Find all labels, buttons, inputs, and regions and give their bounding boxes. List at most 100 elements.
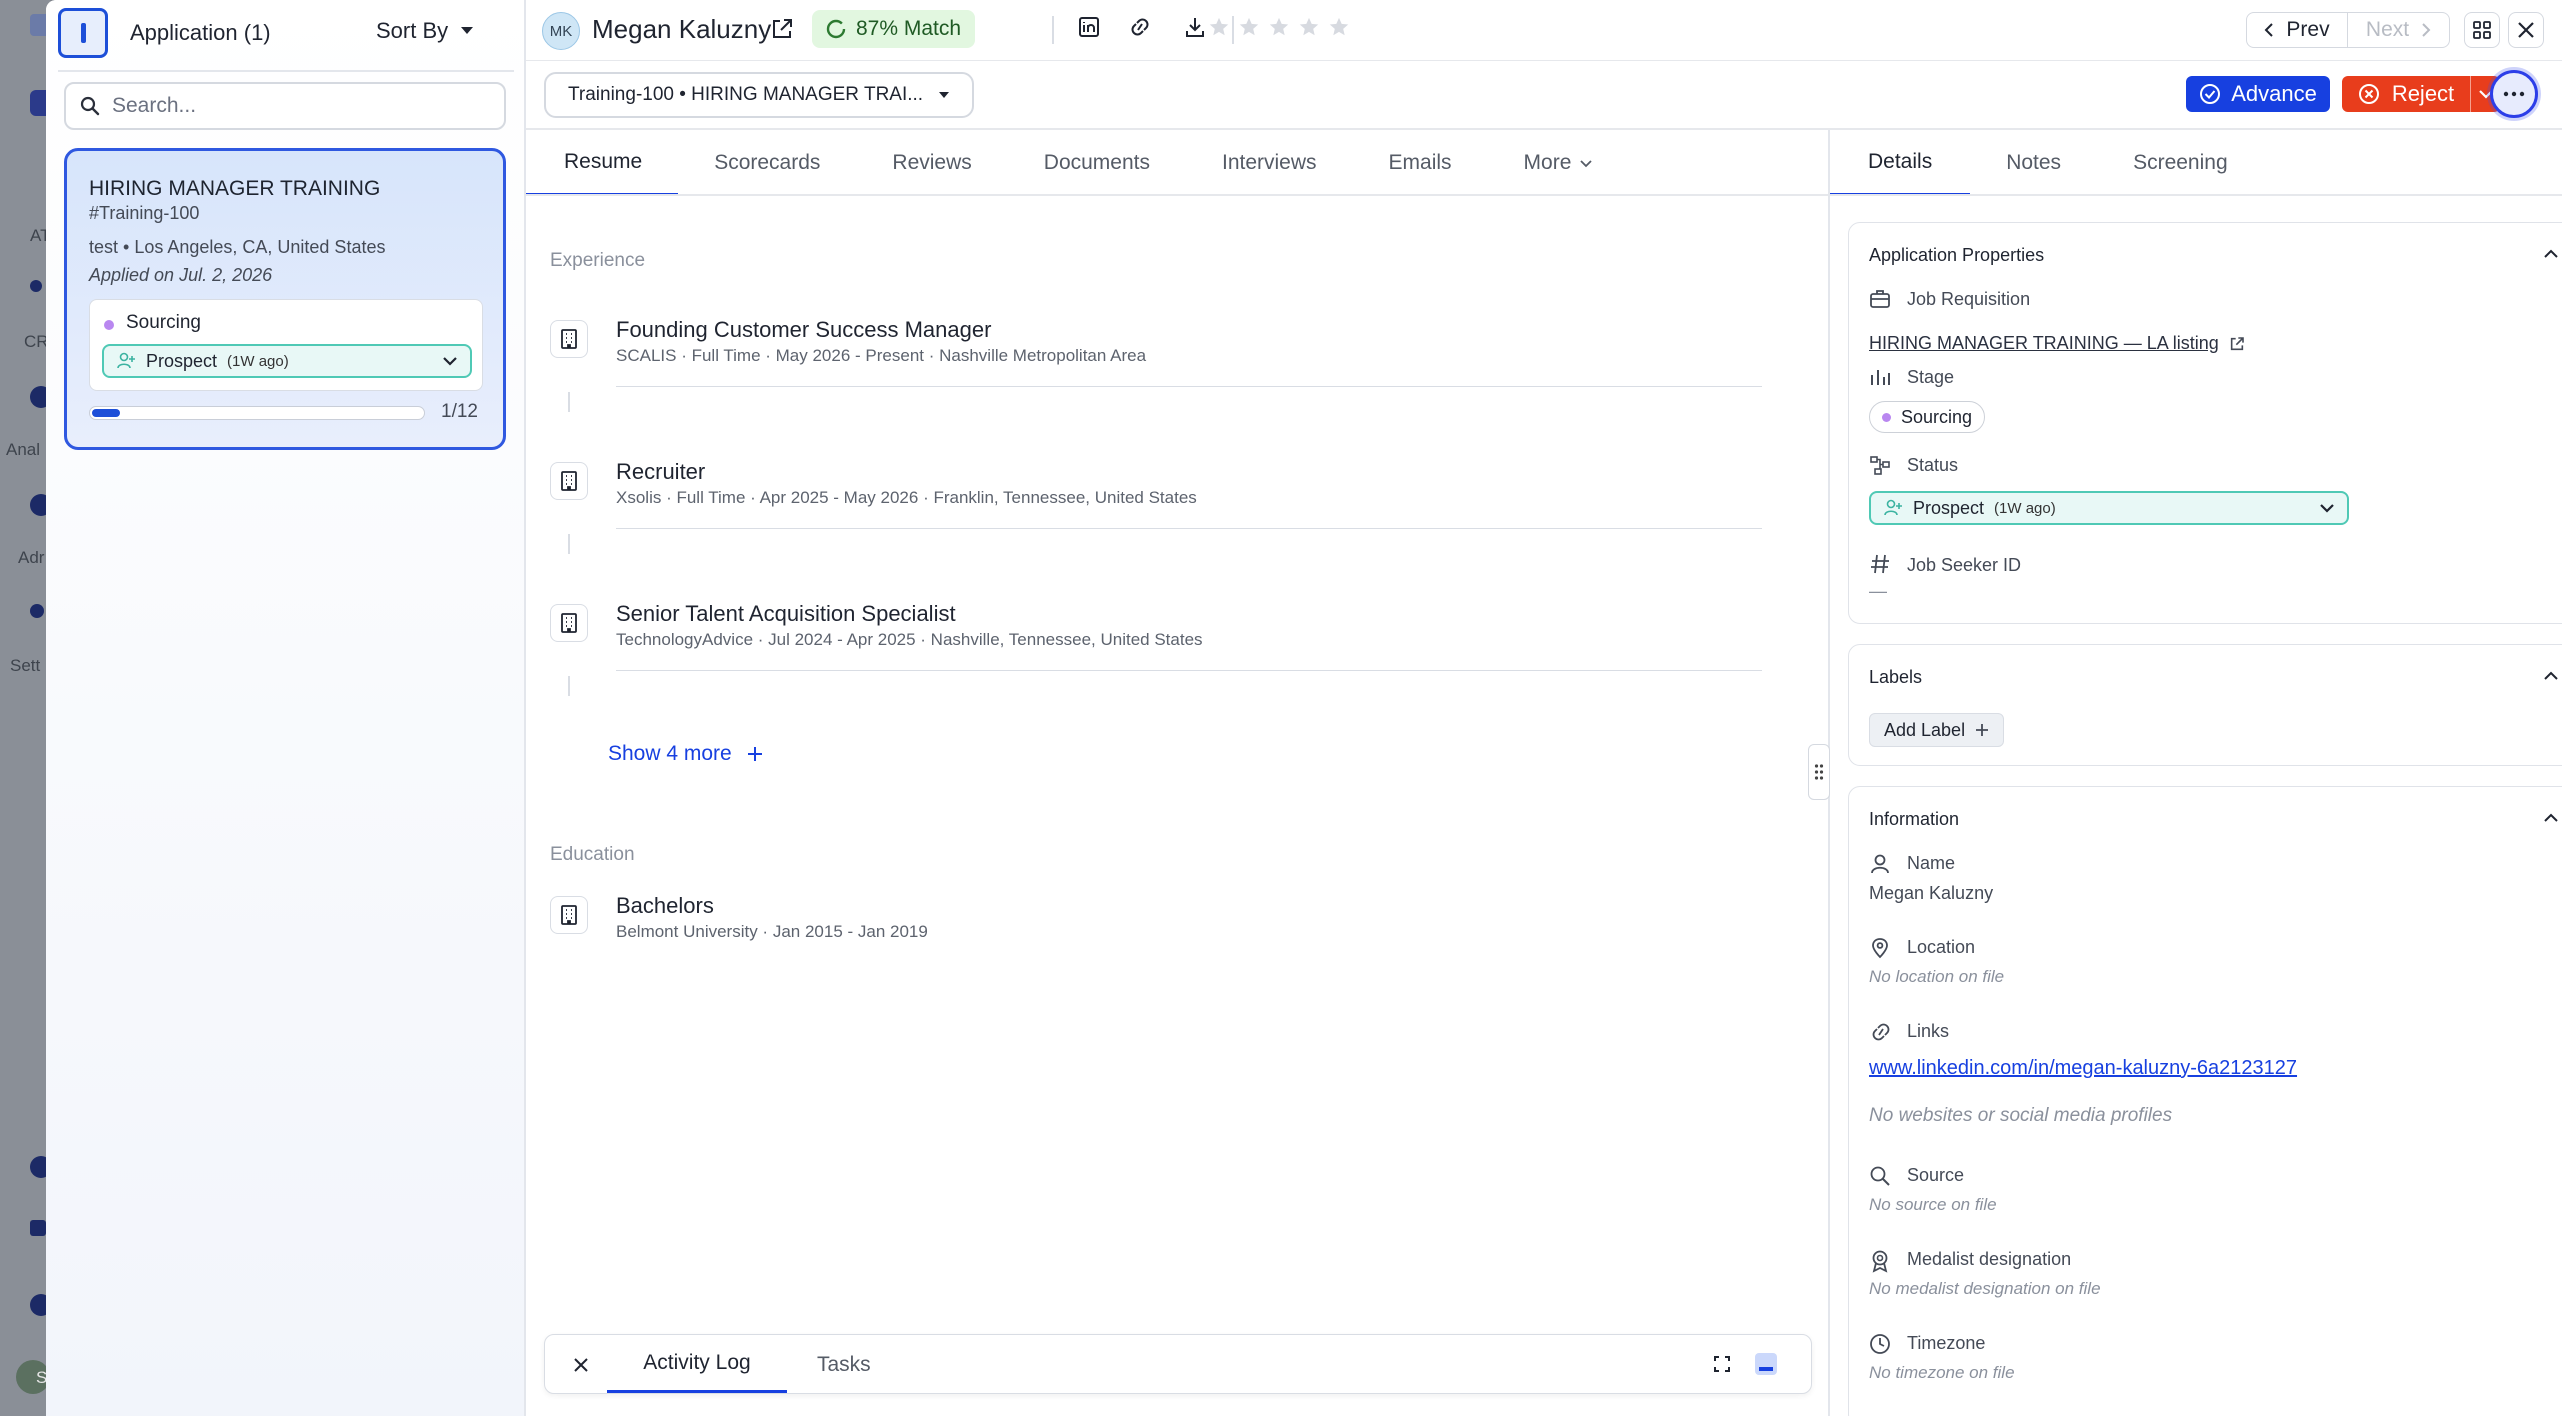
chevron-up-icon[interactable] — [2543, 813, 2559, 823]
status-label: Status — [1907, 455, 1959, 475]
building-icon — [550, 896, 588, 934]
status-value: Prospect — [146, 350, 218, 371]
job-seeker-id-label: Job Seeker ID — [1907, 555, 2022, 575]
pipeline-progress-label: 1/12 — [441, 401, 478, 422]
card-title: Application Properties — [1869, 245, 2045, 265]
job-requisition-value: HIRING MANAGER TRAINING — LA listing — [1869, 333, 2219, 353]
bg-label: Adr — [18, 548, 45, 567]
divider — [616, 528, 1762, 529]
briefcase-icon — [1870, 290, 1890, 308]
status-dropdown[interactable]: Prospect (1W ago) — [102, 344, 472, 378]
panel-toggle-icon[interactable] — [58, 8, 108, 58]
add-label-button[interactable]: Add Label — [1869, 713, 2005, 747]
building-icon — [550, 462, 588, 500]
tab-more-label: More — [1523, 151, 1572, 174]
tab-resume[interactable]: Resume — [526, 130, 679, 196]
star-icon[interactable] — [1328, 16, 1350, 38]
next-label: Next — [2365, 18, 2410, 41]
drag-handle-icon — [1814, 764, 1824, 780]
chevron-right-icon — [2422, 23, 2431, 37]
advance-label: Advance — [2231, 81, 2317, 106]
experience-detail: SCALIS · Full Time · May 2026 - Present … — [616, 346, 1147, 365]
tab-scorecards[interactable]: Scorecards — [678, 130, 856, 196]
divider — [616, 386, 1762, 387]
star-rating[interactable] — [1208, 16, 1350, 38]
close-button[interactable] — [2508, 12, 2544, 48]
building-icon — [550, 604, 588, 642]
application-job-title: HIRING MANAGER TRAINING — [89, 177, 381, 200]
external-link-icon[interactable] — [770, 17, 794, 41]
linkedin-link[interactable]: www.linkedin.com/in/megan-kaluzny-6a2123… — [1869, 1057, 2297, 1080]
chevron-down-icon — [443, 357, 457, 366]
next-button[interactable]: Next — [2348, 13, 2449, 47]
expand-icon[interactable] — [1713, 1355, 1731, 1373]
application-card[interactable]: HIRING MANAGER TRAINING #Training-100 te… — [64, 148, 506, 450]
search-box[interactable] — [64, 82, 506, 130]
chevron-up-icon[interactable] — [2543, 249, 2559, 259]
detail-tabs: Details Notes Screening — [1830, 130, 2264, 196]
job-requisition-link[interactable]: HIRING MANAGER TRAINING — LA listing — [1869, 333, 2245, 354]
search-icon — [1870, 1166, 1890, 1186]
bg-label: CR — [24, 332, 49, 351]
background-app-sidebar: AT CR Anal Adr Sett S — [0, 0, 56, 1416]
divider — [1830, 194, 2562, 196]
avatar: MK — [542, 12, 580, 50]
experience-heading: Experience — [550, 250, 646, 271]
tab-documents[interactable]: Documents — [1008, 130, 1186, 196]
download-icon[interactable] — [1184, 16, 1206, 38]
grid-view-button[interactable] — [2464, 12, 2500, 48]
tab-interviews[interactable]: Interviews — [1186, 130, 1353, 196]
close-icon[interactable] — [573, 1357, 589, 1373]
links-empty: No websites or social media profiles — [1869, 1105, 2173, 1126]
experience-detail: Xsolis · Full Time · Apr 2025 - May 2026… — [616, 488, 1197, 507]
show-more-button[interactable]: Show 4 more — [608, 742, 764, 766]
timeline-tick — [568, 392, 570, 412]
more-actions-button[interactable] — [2490, 70, 2538, 118]
application-job-code: #Training-100 — [89, 203, 200, 223]
chevron-up-icon[interactable] — [2543, 671, 2559, 681]
bar-chart-icon — [1871, 370, 1890, 385]
star-icon[interactable] — [1268, 16, 1290, 38]
match-value: 87% Match — [856, 17, 962, 40]
tab-tasks[interactable]: Tasks — [817, 1353, 871, 1377]
education-heading: Education — [550, 844, 635, 865]
resize-handle[interactable] — [1808, 744, 1830, 800]
source-label: Source — [1907, 1165, 1965, 1185]
tab-screening[interactable]: Screening — [2097, 130, 2264, 196]
star-icon[interactable] — [1208, 16, 1230, 38]
advance-button[interactable]: Advance — [2186, 76, 2330, 112]
linkedin-icon[interactable] — [1078, 16, 1100, 38]
tab-details[interactable]: Details — [1830, 130, 1971, 196]
labels-card: Labels Add Label — [1848, 644, 2562, 766]
stage-pill: Sourcing — [1869, 401, 1986, 433]
tab-notes[interactable]: Notes — [1970, 130, 2097, 196]
minimize-icon[interactable] — [1755, 1353, 1777, 1375]
user-plus-icon — [117, 352, 135, 369]
job-select-dropdown[interactable]: Training-100 • HIRING MANAGER TRAI... — [544, 72, 974, 118]
prev-button[interactable]: Prev — [2247, 13, 2348, 47]
card-title: Information — [1869, 809, 1960, 829]
status-dropdown[interactable]: Prospect (1W ago) — [1869, 491, 2349, 525]
star-icon[interactable] — [1298, 16, 1320, 38]
activity-drawer: Activity Log Tasks — [544, 1334, 1812, 1394]
tab-more[interactable]: More — [1488, 130, 1630, 196]
timezone-label: Timezone — [1907, 1333, 1986, 1353]
plus-icon — [747, 747, 762, 761]
match-ring-icon — [826, 19, 846, 39]
link-icon[interactable] — [1128, 16, 1152, 38]
tab-reviews[interactable]: Reviews — [856, 130, 1007, 196]
sort-by-dropdown[interactable]: Sort By — [376, 18, 474, 44]
pipeline-progress-bar — [89, 406, 425, 420]
bg-label: Anal — [6, 440, 41, 459]
tab-emails[interactable]: Emails — [1353, 130, 1488, 196]
tab-activity-log[interactable]: Activity Log — [607, 1335, 787, 1393]
experience-title: Recruiter — [616, 459, 706, 484]
star-icon[interactable] — [1238, 16, 1260, 38]
prev-label: Prev — [2286, 18, 2330, 41]
candidate-name: Megan Kaluzny — [592, 14, 772, 44]
caret-down-icon — [939, 92, 949, 98]
timeline-tick — [568, 676, 570, 696]
search-input[interactable] — [112, 94, 492, 118]
reject-button[interactable]: Reject — [2342, 76, 2470, 112]
grid-icon — [2473, 21, 2491, 39]
